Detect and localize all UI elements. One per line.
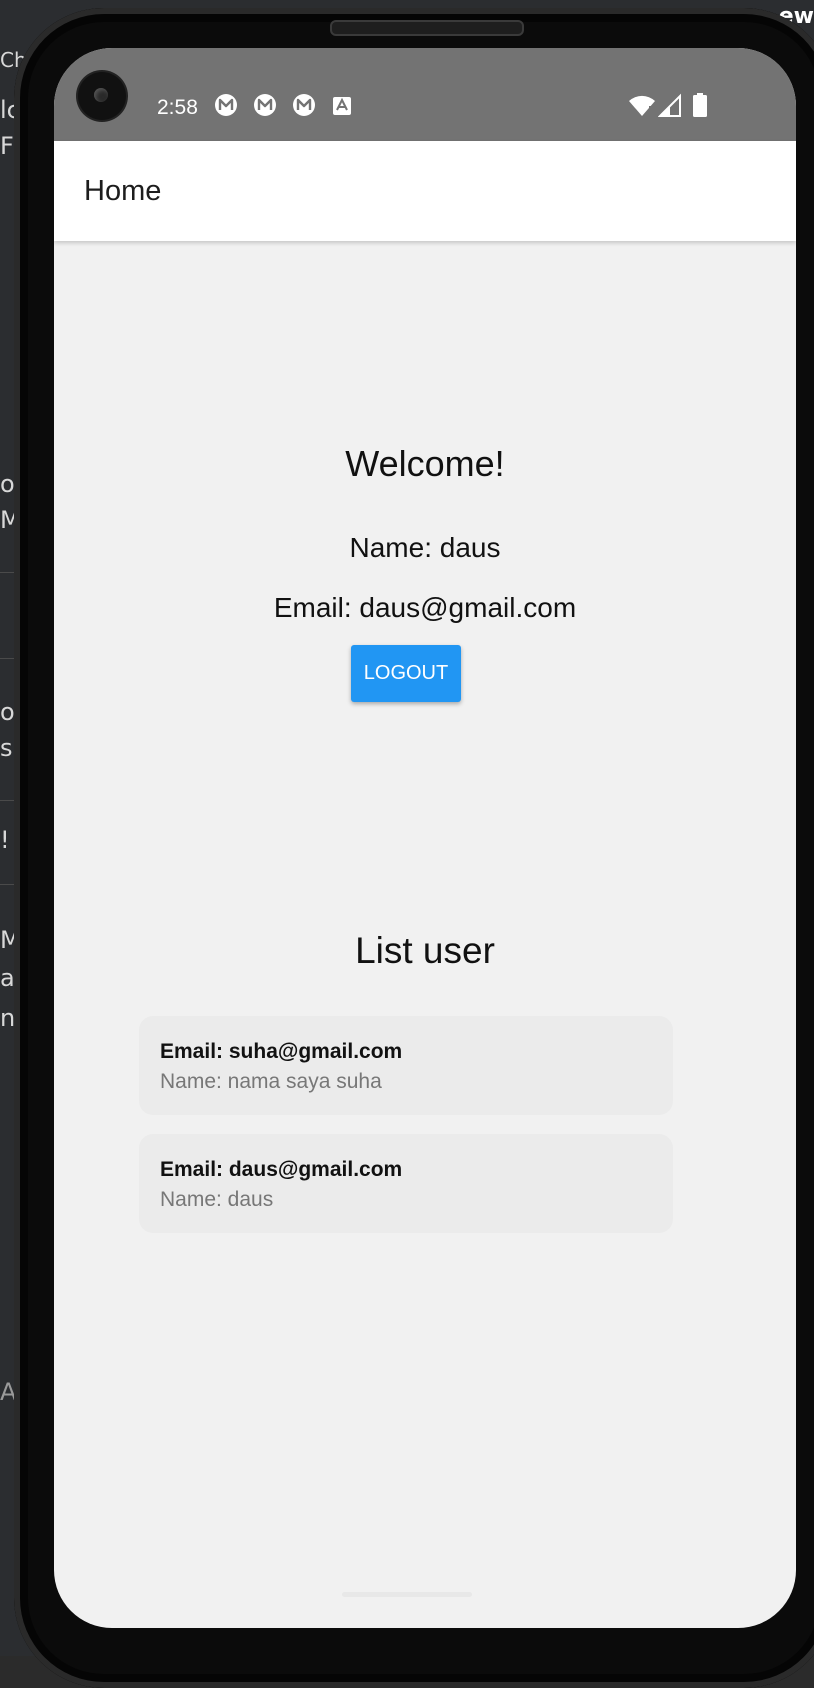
earpiece-speaker	[330, 20, 524, 36]
ide-fragment: s	[0, 734, 13, 762]
app-bar: Home	[54, 141, 796, 241]
user-name: Name: daus	[160, 1188, 274, 1211]
phone-frame: 2:58 Home Welcome! Name: daus Email: dau…	[14, 8, 814, 1688]
home-indicator[interactable]	[342, 1592, 472, 1597]
ide-fragment: !	[0, 826, 10, 854]
ide-fragment: n	[0, 1004, 16, 1032]
mail-m-icon	[215, 94, 237, 116]
ide-divider	[0, 800, 14, 801]
profile-email: Email: daus@gmail.com	[273, 592, 577, 623]
wifi-icon	[629, 95, 655, 116]
ide-divider	[0, 658, 14, 659]
ide-fragment: o	[0, 698, 15, 726]
list-item[interactable]: Email: suha@gmail.com Name: nama saya su…	[139, 1016, 673, 1115]
ide-divider	[0, 572, 14, 573]
status-time: 2:58	[157, 96, 198, 119]
user-email: Email: suha@gmail.com	[160, 1040, 403, 1063]
status-bar: 2:58	[54, 48, 796, 141]
user-name: Name: nama saya suha	[160, 1070, 382, 1093]
mail-m-icon	[254, 94, 276, 116]
logout-button[interactable]: LOGOUT	[351, 645, 461, 702]
ide-divider	[0, 884, 14, 885]
battery-icon	[693, 93, 707, 117]
phone-screen: 2:58 Home Welcome! Name: daus Email: dau…	[54, 48, 796, 1628]
ide-fragment: F	[0, 132, 14, 160]
page-title: Home	[84, 175, 162, 207]
ide-fragment: o	[0, 470, 15, 498]
ide-fragment: a	[0, 964, 15, 992]
text-a-icon	[333, 97, 351, 115]
list-heading: List user	[355, 930, 495, 971]
mail-m-icon	[293, 94, 315, 116]
user-email: Email: daus@gmail.com	[160, 1158, 403, 1181]
front-camera-icon	[78, 72, 126, 120]
profile-name: Name: daus	[349, 532, 501, 563]
list-item[interactable]: Email: daus@gmail.com Name: daus	[139, 1134, 673, 1233]
signal-icon	[658, 93, 681, 117]
welcome-heading: Welcome!	[345, 443, 505, 484]
